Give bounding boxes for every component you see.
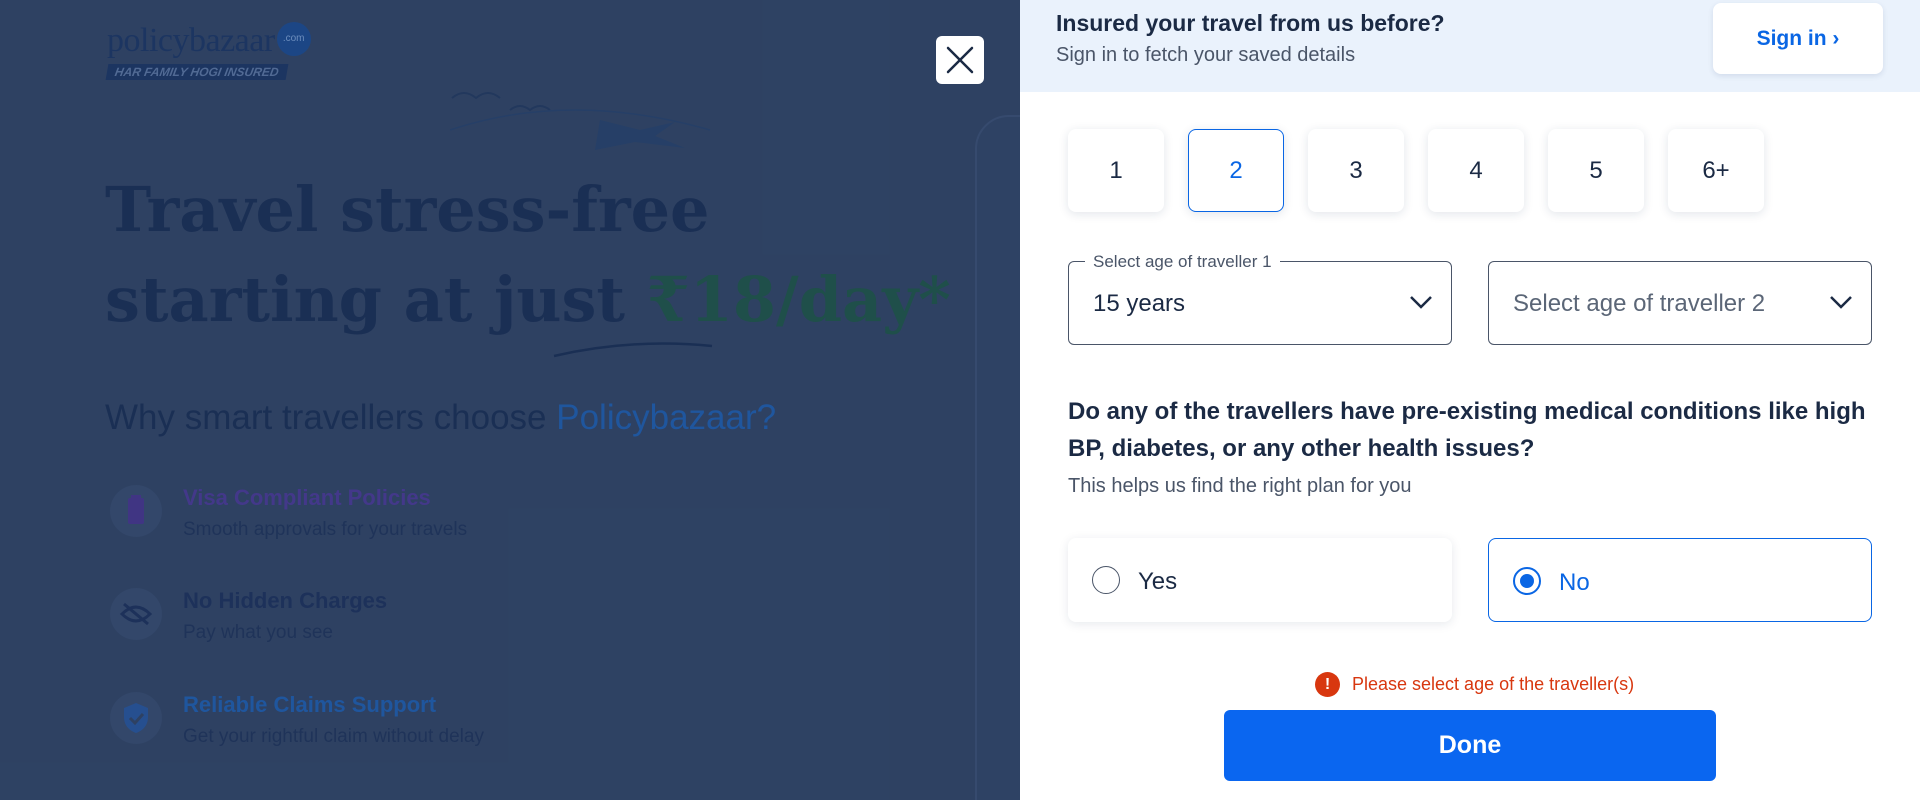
chevron-down-icon	[1830, 296, 1852, 309]
sign-in-button[interactable]: Sign in ›	[1713, 3, 1883, 74]
exclamation-icon: !	[1315, 672, 1340, 697]
traveller-count-6-plus[interactable]: 6+	[1668, 129, 1764, 212]
traveller-details-panel: Insured your travel from us before? Sign…	[1020, 0, 1920, 800]
error-message: Please select age of the traveller(s)	[1352, 674, 1635, 694]
traveller-count-4[interactable]: 4	[1428, 129, 1524, 212]
traveller-count-1[interactable]: 1	[1068, 129, 1164, 212]
done-button[interactable]: Done	[1224, 710, 1716, 781]
radio-checked-icon	[1513, 567, 1541, 595]
medical-option-label: No	[1559, 569, 1590, 596]
traveller-2-age-select[interactable]: Select age of traveller 2	[1488, 261, 1872, 345]
medical-conditions-question: Do any of the travellers have pre-existi…	[1068, 398, 1866, 462]
medical-option-no[interactable]: No	[1488, 538, 1872, 622]
traveller-count-5[interactable]: 5	[1548, 129, 1644, 212]
medical-option-yes[interactable]: Yes	[1068, 538, 1452, 622]
traveller-count-2[interactable]: 2	[1188, 129, 1284, 212]
traveller-count-3[interactable]: 3	[1308, 129, 1404, 212]
chevron-down-icon	[1410, 296, 1432, 309]
modal-overlay[interactable]	[0, 0, 1020, 800]
signin-title: Insured your travel from us before?	[1056, 10, 1445, 36]
background-page: policybazaar .com HAR FAMILY HOGI INSURED…	[0, 0, 1020, 800]
close-icon	[946, 46, 974, 74]
radio-unchecked-icon	[1092, 566, 1120, 594]
medical-option-label: Yes	[1138, 568, 1178, 595]
traveller-1-age-select[interactable]: Select age of traveller 1 15 years	[1068, 252, 1452, 345]
close-button[interactable]	[936, 36, 984, 84]
traveller-2-age-placeholder: Select age of traveller 2	[1513, 290, 1766, 317]
signin-banner: Insured your travel from us before? Sign…	[1020, 0, 1920, 92]
traveller-1-age-value: 15 years	[1093, 290, 1186, 317]
validation-error: ! Please select age of the traveller(s)	[1315, 672, 1634, 697]
signin-subtitle: Sign in to fetch your saved details	[1056, 44, 1356, 66]
medical-conditions-helper: This helps us find the right plan for yo…	[1068, 475, 1412, 497]
traveller-1-age-label: Select age of traveller 1	[1085, 252, 1280, 272]
